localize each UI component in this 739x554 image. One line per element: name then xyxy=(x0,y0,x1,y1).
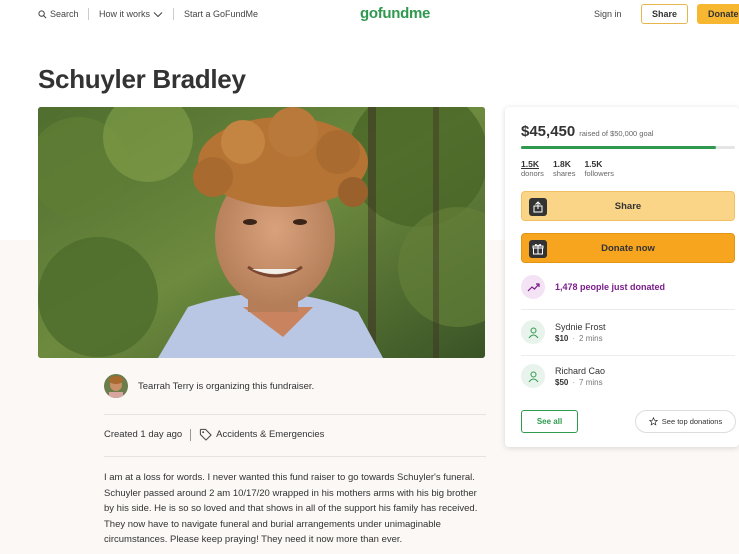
recent-donations-text: 1,478 people just donated xyxy=(555,282,666,292)
donation-meta: $10 · 2 mins xyxy=(555,334,606,343)
nav-start-label: Start a GoFundMe xyxy=(184,9,259,19)
nav-separator xyxy=(173,8,174,20)
nav-start-link[interactable]: Start a GoFundMe xyxy=(184,9,258,19)
see-top-donations-label: See top donations xyxy=(661,417,723,426)
donation-meta: $50 · 7 mins xyxy=(555,378,605,387)
donation-item: Sydnie Frost $10 · 2 mins xyxy=(521,320,606,344)
category-link[interactable]: Accidents & Emergencies xyxy=(199,428,324,441)
shares-label: shares xyxy=(552,169,576,178)
organizer-row: Tearrah Terry is organizing this fundrai… xyxy=(104,374,314,398)
donation-card: $45,450 raised of $50,000 goal 1.5K dono… xyxy=(505,107,739,447)
nav-how-it-works[interactable]: How it works xyxy=(99,9,163,19)
donate-now-label: Donate now xyxy=(601,242,655,254)
stats-row: 1.5K donors 1.8K shares 1.5K followers xyxy=(521,159,614,179)
tag-icon xyxy=(200,428,212,441)
donation-time: 2 mins xyxy=(579,333,603,343)
created-date: Created 1 day ago xyxy=(104,429,183,440)
campaign-photo xyxy=(38,107,485,358)
star-icon xyxy=(648,417,658,426)
donation-details: Sydnie Frost $10 · 2 mins xyxy=(555,322,606,343)
meta-separator xyxy=(190,428,192,441)
card-divider xyxy=(521,355,735,356)
donor-icon xyxy=(521,364,545,388)
followers-label: followers xyxy=(584,169,615,178)
search-icon xyxy=(38,9,47,18)
followers-count: 1.5K xyxy=(584,159,603,169)
donor-name: Sydnie Frost xyxy=(555,321,606,332)
see-all-button[interactable]: See all xyxy=(521,410,578,433)
donation-amount: $50 xyxy=(555,377,569,387)
followers-stat: 1.5K followers xyxy=(584,159,614,179)
trending-icon xyxy=(521,275,545,299)
donate-button-top[interactable]: Donate xyxy=(697,4,739,24)
category-label: Accidents & Emergencies xyxy=(216,429,325,440)
donors-count: 1.5K xyxy=(521,159,539,169)
campaign-photo-art xyxy=(38,107,485,358)
share-icon xyxy=(529,198,547,216)
donation-time: 7 mins xyxy=(579,377,603,387)
share-button[interactable]: Share xyxy=(521,191,735,221)
shares-stat: 1.8K shares xyxy=(553,159,576,179)
recent-donations-banner: 1,478 people just donated xyxy=(521,275,665,299)
progress-bar xyxy=(521,146,735,149)
nav-separator xyxy=(88,8,89,20)
progress-fill xyxy=(521,146,716,149)
organizer-avatar[interactable] xyxy=(104,374,128,398)
donor-name: Richard Cao xyxy=(555,365,606,376)
donation-amount: $10 xyxy=(555,333,569,343)
nav-search-label: Search xyxy=(50,9,79,19)
donate-now-button[interactable]: Donate now xyxy=(521,233,735,263)
donation-details: Richard Cao $50 · 7 mins xyxy=(555,366,605,387)
see-top-donations-button[interactable]: See top donations xyxy=(635,410,736,433)
campaign-story: I am at a loss for words. I never wanted… xyxy=(104,472,478,545)
sign-in-label: Sign in xyxy=(594,9,622,19)
campaign-meta: Created 1 day ago Accidents & Emergencie… xyxy=(104,428,324,441)
donor-icon xyxy=(521,320,545,344)
share-button-label: Share xyxy=(614,200,642,212)
sign-in-link[interactable]: Sign in xyxy=(594,9,622,19)
raised-summary: $45,450 raised of $50,000 goal xyxy=(521,123,653,140)
gofundme-logo[interactable]: gofundme xyxy=(360,5,430,22)
divider xyxy=(104,414,486,415)
nav-search[interactable]: Search xyxy=(38,9,79,19)
top-nav: Search How it works Start a GoFundMe gof… xyxy=(0,0,739,30)
page-title: Schuyler Bradley xyxy=(38,64,246,94)
nav-how-it-works-label: How it works xyxy=(99,9,151,19)
raised-amount: $45,450 xyxy=(521,123,576,140)
card-divider xyxy=(521,309,735,310)
gift-icon xyxy=(529,240,547,258)
donation-item: Richard Cao $50 · 7 mins xyxy=(521,364,605,388)
chevron-down-icon xyxy=(153,11,163,17)
divider xyxy=(104,456,486,457)
shares-count: 1.8K xyxy=(552,159,571,169)
donors-stat[interactable]: 1.5K donors xyxy=(521,159,544,179)
separator-dot: · xyxy=(572,377,576,387)
donors-label: donors xyxy=(521,169,544,178)
share-button-top[interactable]: Share xyxy=(641,4,688,24)
goal-text: raised of $50,000 goal xyxy=(579,129,654,138)
separator-dot: · xyxy=(572,333,576,343)
organizer-text: Tearrah Terry is organizing this fundrai… xyxy=(138,380,315,392)
